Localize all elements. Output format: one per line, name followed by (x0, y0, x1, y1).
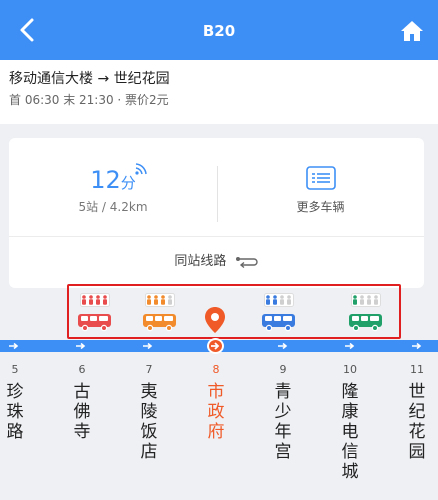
stop-number: 10 (343, 363, 357, 376)
current-location-pin-icon (205, 307, 225, 333)
stop-name: 珍珠路 (6, 382, 24, 442)
eta: 12分 (9, 166, 217, 194)
top-bar: B20 (0, 0, 438, 60)
route-direction: 移动通信大楼 → 世纪花园 (9, 71, 170, 87)
stop-number: 7 (145, 363, 153, 376)
direction-arrow-icon (9, 342, 19, 350)
route-info: 移动通信大楼 → 世纪花园 首 06:30 末 21:30 · 票价2元 (0, 60, 438, 124)
same-station-lines-label: 同站线路 (174, 254, 227, 269)
bus-icon[interactable] (348, 312, 384, 332)
crowding-level-icon (80, 293, 110, 307)
crowding-level-icon (264, 293, 294, 307)
stop[interactable]: 9 青少年宫 (268, 363, 298, 462)
bus-icon[interactable] (261, 312, 297, 332)
current-stop-marker (207, 338, 224, 354)
stop-number: 9 (279, 363, 287, 376)
stop-name: 隆康电信城 (341, 382, 359, 482)
stops-distance: 5站 / 4.2km (78, 200, 148, 214)
eta-minutes: 12 (90, 166, 121, 194)
more-vehicles-button[interactable]: 更多车辆 (217, 198, 424, 215)
stop-number: 5 (11, 363, 19, 376)
divider (9, 236, 424, 237)
list-icon[interactable] (306, 166, 336, 190)
stop-number: 6 (78, 363, 86, 376)
stop-number: 8 (212, 363, 220, 376)
bus-icon[interactable] (77, 312, 113, 332)
stop-name: 世纪花园 (408, 382, 426, 462)
direction-arrow-icon (76, 342, 86, 350)
stop[interactable]: 5 珍珠路 (0, 363, 30, 442)
direction-arrow-icon (412, 342, 422, 350)
transfer-route-icon (235, 256, 258, 268)
direction-arrow-icon (278, 342, 288, 350)
eta-unit: 分 (120, 174, 136, 192)
stop-current[interactable]: 8 市政府 (201, 363, 231, 442)
arrival-card: 12分 5站 / 4.2km 更多车辆 同站线路 (9, 138, 424, 288)
page-title: B20 (202, 22, 236, 40)
realtime-signal-icon (135, 163, 147, 175)
same-station-lines-button[interactable]: 同站线路 (9, 250, 424, 269)
direction-arrow-icon (345, 342, 355, 350)
stop[interactable]: 11 世纪花园 (402, 363, 432, 462)
stop-name: 古佛寺 (73, 382, 91, 442)
schedule-fare: 首 06:30 末 21:30 · 票价2元 (9, 93, 169, 107)
stop-name: 青少年宫 (274, 382, 292, 462)
stop-name: 夷陵饭店 (140, 382, 158, 462)
bus-icon[interactable] (142, 312, 178, 332)
stop[interactable]: 7 夷陵饭店 (134, 363, 164, 462)
stop[interactable]: 10 隆康电信城 (335, 363, 365, 482)
home-icon[interactable] (400, 19, 424, 43)
crowding-level-icon (351, 293, 381, 307)
crowding-level-icon (145, 293, 175, 307)
stop[interactable]: 6 古佛寺 (67, 363, 97, 442)
direction-arrow-icon (143, 342, 153, 350)
stop-number: 11 (410, 363, 424, 376)
stop-name: 市政府 (207, 382, 225, 442)
